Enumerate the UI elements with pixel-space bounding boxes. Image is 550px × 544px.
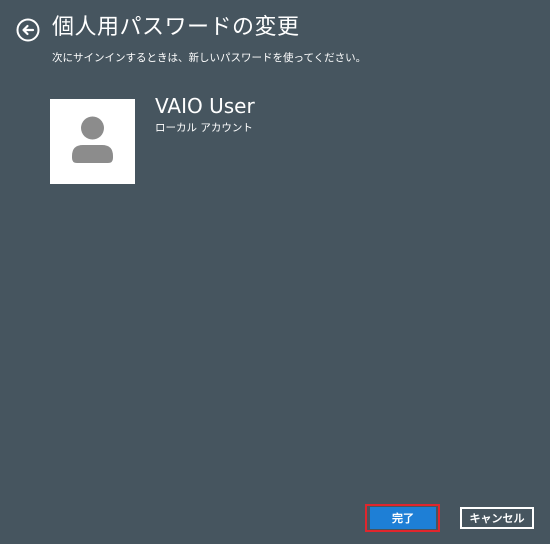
cancel-button[interactable]: キャンセル xyxy=(460,507,534,529)
done-button[interactable]: 完了 xyxy=(370,507,436,529)
account-type: ローカル アカウント xyxy=(155,122,253,134)
back-button[interactable] xyxy=(16,18,40,42)
back-arrow-icon xyxy=(16,18,40,42)
user-name: VAIO User xyxy=(155,94,255,118)
avatar xyxy=(50,99,135,184)
page-subtitle: 次にサインインするときは、新しいパスワードを使ってください。 xyxy=(52,52,367,64)
page-title: 個人用パスワードの変更 xyxy=(52,15,300,40)
user-avatar-icon xyxy=(72,116,113,163)
